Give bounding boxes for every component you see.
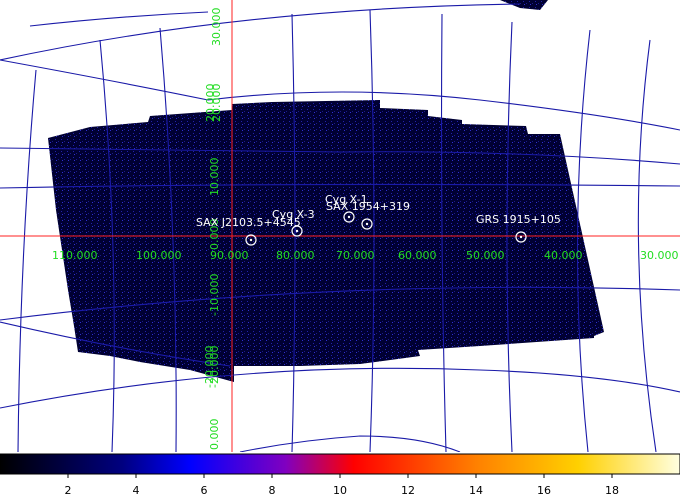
source-label: GRS 1915+105 <box>476 213 561 226</box>
lat-label: 10.000 <box>208 158 221 197</box>
lat-label: -20.000 <box>203 346 216 388</box>
lat-label: 0.000 <box>208 419 221 451</box>
colorbar-tick: 6 <box>201 484 208 497</box>
colorbar-tick: 12 <box>401 484 415 497</box>
source-label: Cyg X-3 <box>272 208 315 221</box>
colorbar-tick: 2 <box>65 484 72 497</box>
lon-label: 110.000 <box>52 249 98 262</box>
sky-image: 110.000 100.000 90.000 80.000 70.000 60.… <box>0 0 680 452</box>
colorbar-tick: 10 <box>333 484 347 497</box>
lat-label: -10.000 <box>208 274 221 316</box>
colorbar-gradient <box>0 453 680 475</box>
field-top-right <box>500 0 548 10</box>
colorbar-tick: 16 <box>537 484 551 497</box>
lon-label: 60.000 <box>398 249 437 262</box>
colorbar-tick: 18 <box>605 484 619 497</box>
lon-label: 100.000 <box>136 249 182 262</box>
colorbar-tick: 14 <box>469 484 483 497</box>
colorbar: 2 4 6 8 10 12 14 16 18 <box>0 453 680 497</box>
exposure-map <box>48 100 604 382</box>
lon-label: 40.000 <box>544 249 583 262</box>
lon-label: 50.000 <box>466 249 505 262</box>
lon-label: 30.000 <box>640 249 679 262</box>
lon-label: 70.000 <box>336 249 375 262</box>
lon-label: 80.000 <box>276 249 315 262</box>
colorbar-tick: 8 <box>269 484 276 497</box>
source-label: SAX 1954+319 <box>326 200 410 213</box>
colorbar-tick: 4 <box>133 484 140 497</box>
lat-label: 30.000 <box>210 8 223 47</box>
lat-label: 20.000 <box>204 84 217 123</box>
